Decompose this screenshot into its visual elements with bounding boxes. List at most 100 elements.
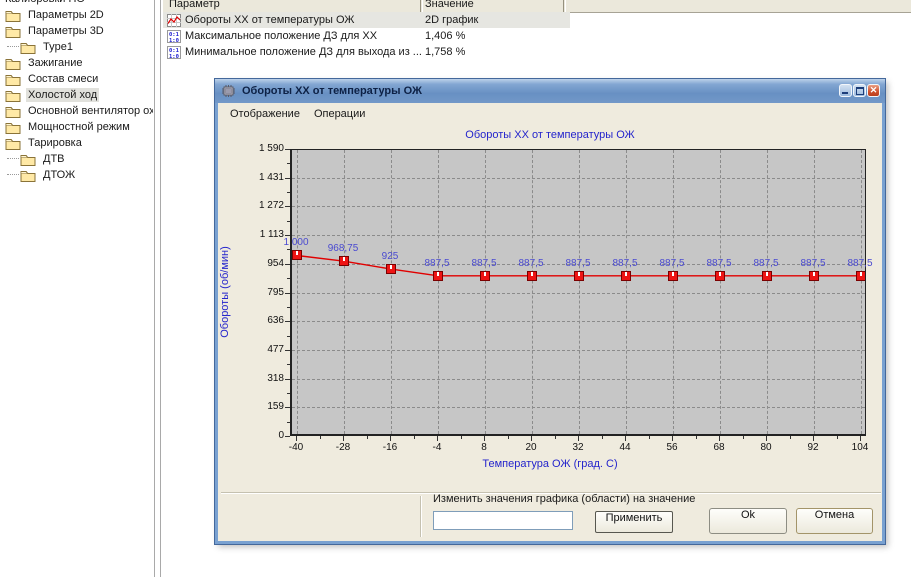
tree-item-label: Параметры 2D bbox=[26, 8, 106, 22]
point-value-label: 887,5 bbox=[740, 258, 792, 269]
tree-item[interactable]: ДТОЖ bbox=[0, 167, 153, 183]
table-row[interactable]: 0:11:0Максимальное положение ДЗ для XX1,… bbox=[163, 28, 911, 44]
dialog-menubar: ОтображениеОперации bbox=[218, 103, 882, 124]
y-tick-label: 1 590 bbox=[218, 143, 284, 154]
y-axis-minor-tick bbox=[287, 192, 290, 193]
tree-item[interactable]: Тарировка bbox=[0, 135, 153, 151]
footer-divider bbox=[420, 496, 422, 537]
y-axis-tick bbox=[285, 321, 290, 322]
y-axis-tick bbox=[285, 379, 290, 380]
x-tick-label: 8 bbox=[464, 442, 504, 453]
apply-button[interactable]: Применить bbox=[595, 511, 673, 533]
dialog-titlebar[interactable]: Обороты XX от температуры ОЖ ✕ bbox=[215, 79, 885, 103]
parameter-name: Максимальное положение ДЗ для XX bbox=[185, 30, 377, 42]
chart-2d-icon bbox=[167, 14, 181, 27]
x-axis-tick bbox=[531, 436, 532, 441]
data-point-handle[interactable] bbox=[621, 271, 631, 281]
column-separator[interactable] bbox=[420, 0, 423, 12]
data-point-handle[interactable] bbox=[433, 271, 443, 281]
x-axis-minor-tick bbox=[790, 436, 791, 439]
scalar-icon: 0:11:0 bbox=[167, 30, 181, 43]
tree-item[interactable]: Параметры 3D bbox=[0, 23, 153, 39]
tree-item-label: ДТОЖ bbox=[41, 168, 77, 182]
tree-item-label: Параметры 3D bbox=[26, 24, 106, 38]
x-tick-label: 56 bbox=[652, 442, 692, 453]
tree-item[interactable]: Type1 bbox=[0, 39, 153, 55]
x-tick-label: 68 bbox=[699, 442, 739, 453]
x-axis-tick bbox=[672, 436, 673, 441]
data-point-handle[interactable] bbox=[668, 271, 678, 281]
tree-item[interactable]: Параметры 2D bbox=[0, 7, 153, 23]
x-axis-minor-tick bbox=[743, 436, 744, 439]
point-value-label: 968,75 bbox=[317, 243, 369, 254]
x-axis-minor-tick bbox=[414, 436, 415, 439]
table-row[interactable]: 0:11:0 Минимальное положение ДЗ для выход… bbox=[163, 44, 911, 60]
column-header-parameter[interactable]: Параметр bbox=[169, 0, 220, 10]
tree-item-label: Состав смеси bbox=[26, 72, 100, 86]
data-point-handle[interactable] bbox=[527, 271, 537, 281]
y-axis-tick bbox=[285, 178, 290, 179]
menu-item-display[interactable]: Отображение bbox=[223, 106, 307, 122]
x-axis-minor-tick bbox=[696, 436, 697, 439]
data-point-handle[interactable] bbox=[574, 271, 584, 281]
tree-item[interactable]: Мощностной режим bbox=[0, 119, 153, 135]
tree-item-label: Зажигание bbox=[26, 56, 85, 70]
tree-item-label: ДТВ bbox=[41, 152, 67, 166]
tree-item[interactable]: Калибровки ПО bbox=[0, 0, 153, 7]
data-point-handle[interactable] bbox=[762, 271, 772, 281]
x-axis-tick bbox=[343, 436, 344, 441]
x-axis-minor-tick bbox=[508, 436, 509, 439]
data-point-handle[interactable] bbox=[809, 271, 819, 281]
y-axis-tick bbox=[285, 235, 290, 236]
maximize-button[interactable] bbox=[853, 84, 866, 97]
tree-item[interactable]: Холостой ход bbox=[0, 87, 153, 103]
column-separator[interactable] bbox=[563, 0, 566, 12]
tree-item-label: Тарировка bbox=[26, 136, 84, 150]
point-value-label: 887,5 bbox=[411, 258, 463, 269]
chart-title: Обороты XX от температуры ОЖ bbox=[218, 129, 882, 141]
close-icon[interactable]: ✕ bbox=[867, 84, 880, 97]
minimize-button[interactable] bbox=[839, 84, 852, 97]
data-point-handle[interactable] bbox=[292, 250, 302, 260]
plot-area[interactable] bbox=[290, 149, 866, 436]
x-tick-label: 92 bbox=[793, 442, 833, 453]
y-tick-label: 477 bbox=[218, 344, 284, 355]
parameter-value: 2D график bbox=[425, 14, 478, 26]
chart-dialog-window: Обороты XX от температуры ОЖ ✕ Отображен… bbox=[215, 79, 885, 544]
data-point-handle[interactable] bbox=[715, 271, 725, 281]
point-value-label: 887,5 bbox=[693, 258, 745, 269]
menu-item-operations[interactable]: Операции bbox=[307, 106, 372, 122]
tree-item-label: Холостой ход bbox=[26, 88, 99, 102]
parameter-name: Обороты XX от температуры ОЖ bbox=[185, 14, 354, 26]
data-point-handle[interactable] bbox=[339, 256, 349, 266]
parameter-value: 1,758 % bbox=[425, 46, 465, 58]
data-point-handle[interactable] bbox=[480, 271, 490, 281]
cancel-button[interactable]: Отмена bbox=[796, 508, 873, 534]
x-axis-minor-tick bbox=[837, 436, 838, 439]
tree-item[interactable]: Зажигание bbox=[0, 55, 153, 71]
tree-item[interactable]: ДТВ bbox=[0, 151, 153, 167]
tree-item-label: Основной вентилятор охл. bbox=[26, 104, 153, 118]
x-tick-label: -28 bbox=[323, 442, 363, 453]
folder-icon bbox=[5, 105, 21, 118]
scalar-icon: 0:11:0 bbox=[167, 46, 181, 59]
data-point-handle[interactable] bbox=[856, 271, 866, 281]
point-value-label: 887,5 bbox=[599, 258, 651, 269]
y-tick-label: 1 431 bbox=[218, 172, 284, 183]
calibration-tree: Калибровки ПОПараметры 2D Параметры 3D Typ… bbox=[0, 0, 153, 577]
column-header-value[interactable]: Значение bbox=[425, 0, 474, 10]
x-axis-tick bbox=[390, 436, 391, 441]
tree-item[interactable]: Состав смеси bbox=[0, 71, 153, 87]
tree-item-label: Type1 bbox=[41, 40, 75, 54]
ok-button[interactable]: Ok bbox=[709, 508, 787, 534]
parameter-name: Минимальное положение ДЗ для выхода из .… bbox=[185, 46, 422, 58]
y-axis-tick bbox=[285, 149, 290, 150]
chip-icon bbox=[221, 85, 236, 97]
data-point-handle[interactable] bbox=[386, 264, 396, 274]
tree-item[interactable]: Основной вентилятор охл. bbox=[0, 103, 153, 119]
table-row[interactable]: Обороты XX от температуры ОЖ 2D график bbox=[163, 12, 570, 28]
y-axis-minor-tick bbox=[287, 364, 290, 365]
x-tick-label: -4 bbox=[417, 442, 457, 453]
set-value-input[interactable] bbox=[433, 511, 573, 530]
point-value-label: 925 bbox=[364, 251, 416, 262]
